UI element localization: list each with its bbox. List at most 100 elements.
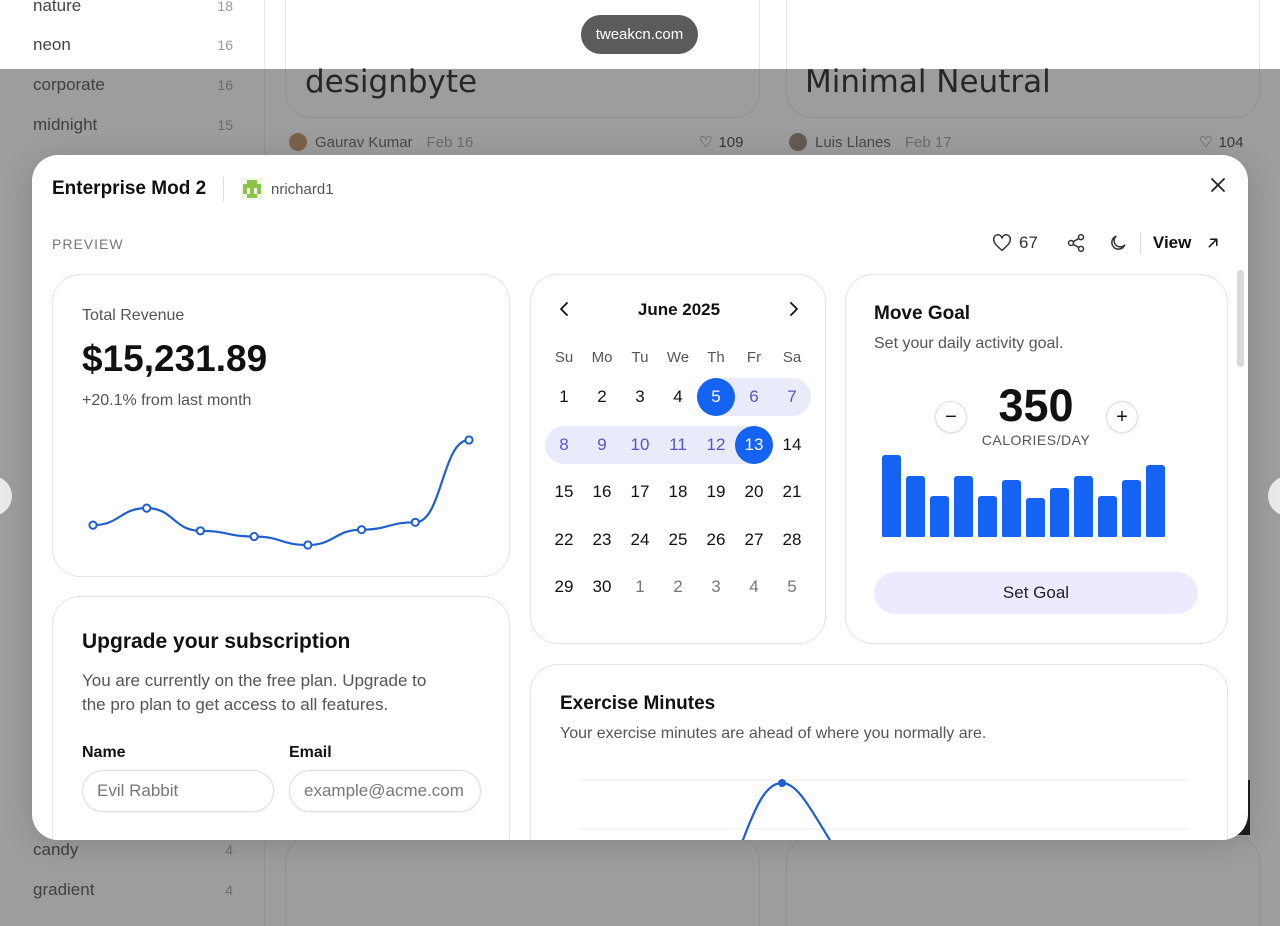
calendar-day[interactable]: 12: [697, 426, 735, 464]
calendar-day-selected[interactable]: 13: [735, 425, 773, 464]
calendar-day[interactable]: 10: [621, 426, 659, 464]
goal-bar: [906, 475, 925, 537]
close-icon[interactable]: [1206, 173, 1230, 197]
calendar-day[interactable]: 28: [773, 521, 811, 559]
exercise-card: Exercise Minutes Your exercise minutes a…: [530, 664, 1228, 840]
calendar-card: June 2025 Su Mo Tu We Th Fr Sa 1 2 3 4 5 6 7 8 9 10 11 12 1…: [530, 274, 826, 644]
calendar-day[interactable]: 16: [583, 473, 621, 511]
calendar-day[interactable]: 21: [773, 473, 811, 511]
revenue-line-chart: [88, 435, 474, 550]
weekday-label: We: [666, 349, 690, 366]
tag-name: neon: [33, 35, 71, 54]
calendar-day[interactable]: 17: [621, 473, 659, 511]
username[interactable]: nrichard1: [271, 181, 334, 198]
revenue-value: $15,231.89: [82, 338, 268, 379]
tag-item[interactable]: neon 16: [33, 33, 233, 57]
calendar-day[interactable]: 2: [583, 378, 621, 416]
view-button[interactable]: View: [1153, 233, 1222, 253]
revenue-data-point: [88, 520, 98, 530]
calendar-day[interactable]: 29: [545, 568, 583, 606]
revenue-label: Total Revenue: [82, 307, 185, 324]
plus-icon: +: [1116, 405, 1128, 428]
moon-icon: [1111, 235, 1126, 250]
like-count: 67: [1019, 233, 1038, 252]
revenue-data-point: [303, 540, 313, 550]
goal-unit: CALORIES/DAY: [981, 432, 1091, 448]
minus-icon: −: [945, 405, 957, 428]
toolbar-divider: [1139, 232, 1141, 254]
calendar-day[interactable]: 3: [697, 568, 735, 606]
exercise-line-chart: [579, 779, 1189, 840]
move-goal-card: Move Goal Set your daily activity goal. …: [845, 274, 1228, 644]
user-avatar-icon: [241, 178, 263, 200]
modal-toolbar: 67 View: [992, 231, 1222, 255]
heart-icon: [993, 234, 1011, 252]
calendar-day[interactable]: 20: [735, 473, 773, 511]
calendar-day[interactable]: 26: [697, 521, 735, 559]
calendar-day[interactable]: 1: [545, 378, 583, 416]
revenue-data-point: [249, 531, 259, 542]
calendar-day[interactable]: 3: [621, 378, 659, 416]
calendar-day[interactable]: 1: [621, 568, 659, 606]
revenue-series-line: [92, 438, 470, 547]
revenue-data-point: [356, 525, 367, 535]
tag-name: nature: [33, 0, 82, 15]
share-button[interactable]: [1066, 233, 1086, 253]
exercise-subtitle: Your exercise minutes are ahead of where…: [560, 725, 987, 742]
revenue-change: +20.1% from last month: [82, 392, 252, 409]
title-divider: [223, 177, 224, 201]
scrollbar[interactable]: [1237, 270, 1244, 367]
calendar-day[interactable]: 14: [773, 426, 811, 464]
goal-bar: [1122, 480, 1141, 537]
goal-bar: [882, 455, 901, 537]
like-button[interactable]: 67: [992, 233, 1038, 253]
modal-title: Enterprise Mod 2: [52, 178, 207, 199]
calendar-day[interactable]: 5: [773, 568, 811, 606]
preview-label: PREVIEW: [52, 236, 124, 252]
calendar-day[interactable]: 4: [735, 568, 773, 606]
calendar-day[interactable]: 27: [735, 521, 773, 559]
weekday-label: Th: [707, 349, 725, 366]
tag-count: 16: [217, 37, 233, 53]
calendar-day[interactable]: 11: [659, 426, 697, 464]
calendar-day[interactable]: 7: [773, 378, 811, 416]
share-icon: [1067, 233, 1085, 253]
calendar-day[interactable]: 30: [583, 568, 621, 606]
calendar-day[interactable]: 19: [697, 473, 735, 511]
calendar-day[interactable]: 6: [735, 378, 773, 416]
calendar-day[interactable]: 22: [545, 521, 583, 559]
goal-bar: [978, 496, 997, 537]
weekday-label: Fr: [746, 349, 762, 366]
site-toast: tweakcn.com: [581, 15, 698, 54]
calendar-day[interactable]: 9: [583, 426, 621, 464]
calendar-day[interactable]: 18: [659, 473, 697, 511]
theme-preview-modal: Enterprise Mod 2 nrichard1 PREVIEW 67 Vi…: [32, 155, 1248, 840]
chevron-right-icon[interactable]: [783, 299, 803, 319]
calendar-day[interactable]: 24: [621, 521, 659, 559]
view-label: View: [1152, 233, 1192, 252]
calendar-day[interactable]: 8: [545, 426, 583, 464]
calendar-day[interactable]: 2: [659, 568, 697, 606]
exercise-title: Exercise Minutes: [560, 693, 716, 714]
calendar-day[interactable]: 15: [545, 473, 583, 511]
goal-bar-chart: [882, 455, 1192, 537]
email-input[interactable]: [289, 770, 481, 812]
weekday-label: Mo: [591, 349, 613, 366]
dark-mode-toggle[interactable]: [1108, 233, 1128, 253]
name-input[interactable]: [82, 770, 274, 812]
goal-bar: [1050, 488, 1069, 537]
calendar-day[interactable]: 23: [583, 521, 621, 559]
goal-bar: [1026, 498, 1045, 537]
goal-bar: [930, 496, 949, 537]
decrease-button[interactable]: −: [935, 401, 967, 433]
calendar-day[interactable]: 25: [659, 521, 697, 559]
goal-bar: [1098, 496, 1117, 537]
calendar-day[interactable]: 4: [659, 378, 697, 416]
tag-count: 18: [217, 0, 233, 14]
external-link-icon: [1208, 238, 1218, 248]
increase-button[interactable]: +: [1106, 401, 1138, 433]
tag-item[interactable]: nature 18: [33, 0, 233, 18]
set-goal-button[interactable]: Set Goal: [874, 572, 1198, 614]
exercise-series-line: [741, 781, 832, 840]
calendar-day-selected[interactable]: 5: [697, 378, 735, 416]
